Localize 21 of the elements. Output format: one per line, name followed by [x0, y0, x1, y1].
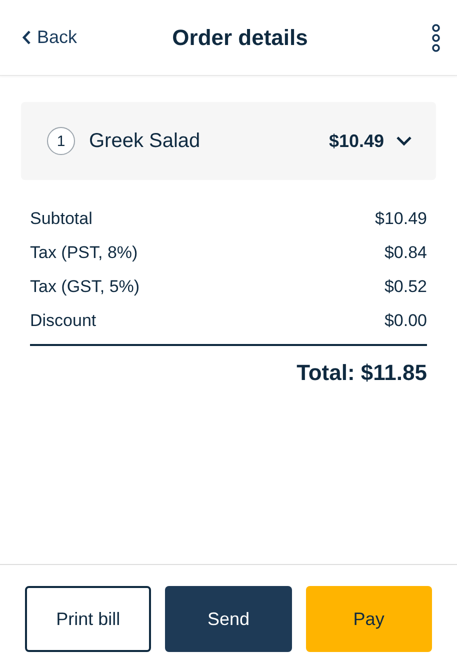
summary-value: $10.49 [375, 209, 427, 229]
page-title: Order details [171, 24, 309, 50]
more-options-icon[interactable] [431, 24, 441, 52]
quantity-badge: 1 [47, 127, 75, 155]
summary-label: Tax (GST, 5%) [30, 277, 140, 297]
send-button[interactable]: Send [165, 586, 292, 652]
chevron-down-icon[interactable] [396, 136, 412, 146]
summary-label: Tax (PST, 8%) [30, 243, 138, 263]
summary-value: $0.00 [384, 311, 427, 331]
summary-value: $0.52 [384, 277, 427, 297]
summary-value: $0.84 [384, 243, 427, 263]
summary-label: Discount [30, 311, 96, 331]
total-amount: Total: $11.85 [296, 360, 427, 385]
pay-button[interactable]: Pay [306, 586, 432, 652]
back-button[interactable]: Back [22, 27, 78, 48]
print-button[interactable]: Print bill [25, 586, 152, 652]
order-item[interactable]: 1 Greek Salad $10.49 [21, 102, 436, 180]
item-name: Greek Salad [89, 130, 202, 152]
chevron-left-icon [22, 30, 31, 45]
item-price: $10.49 [328, 130, 384, 152]
summary-label: Subtotal [30, 209, 92, 229]
